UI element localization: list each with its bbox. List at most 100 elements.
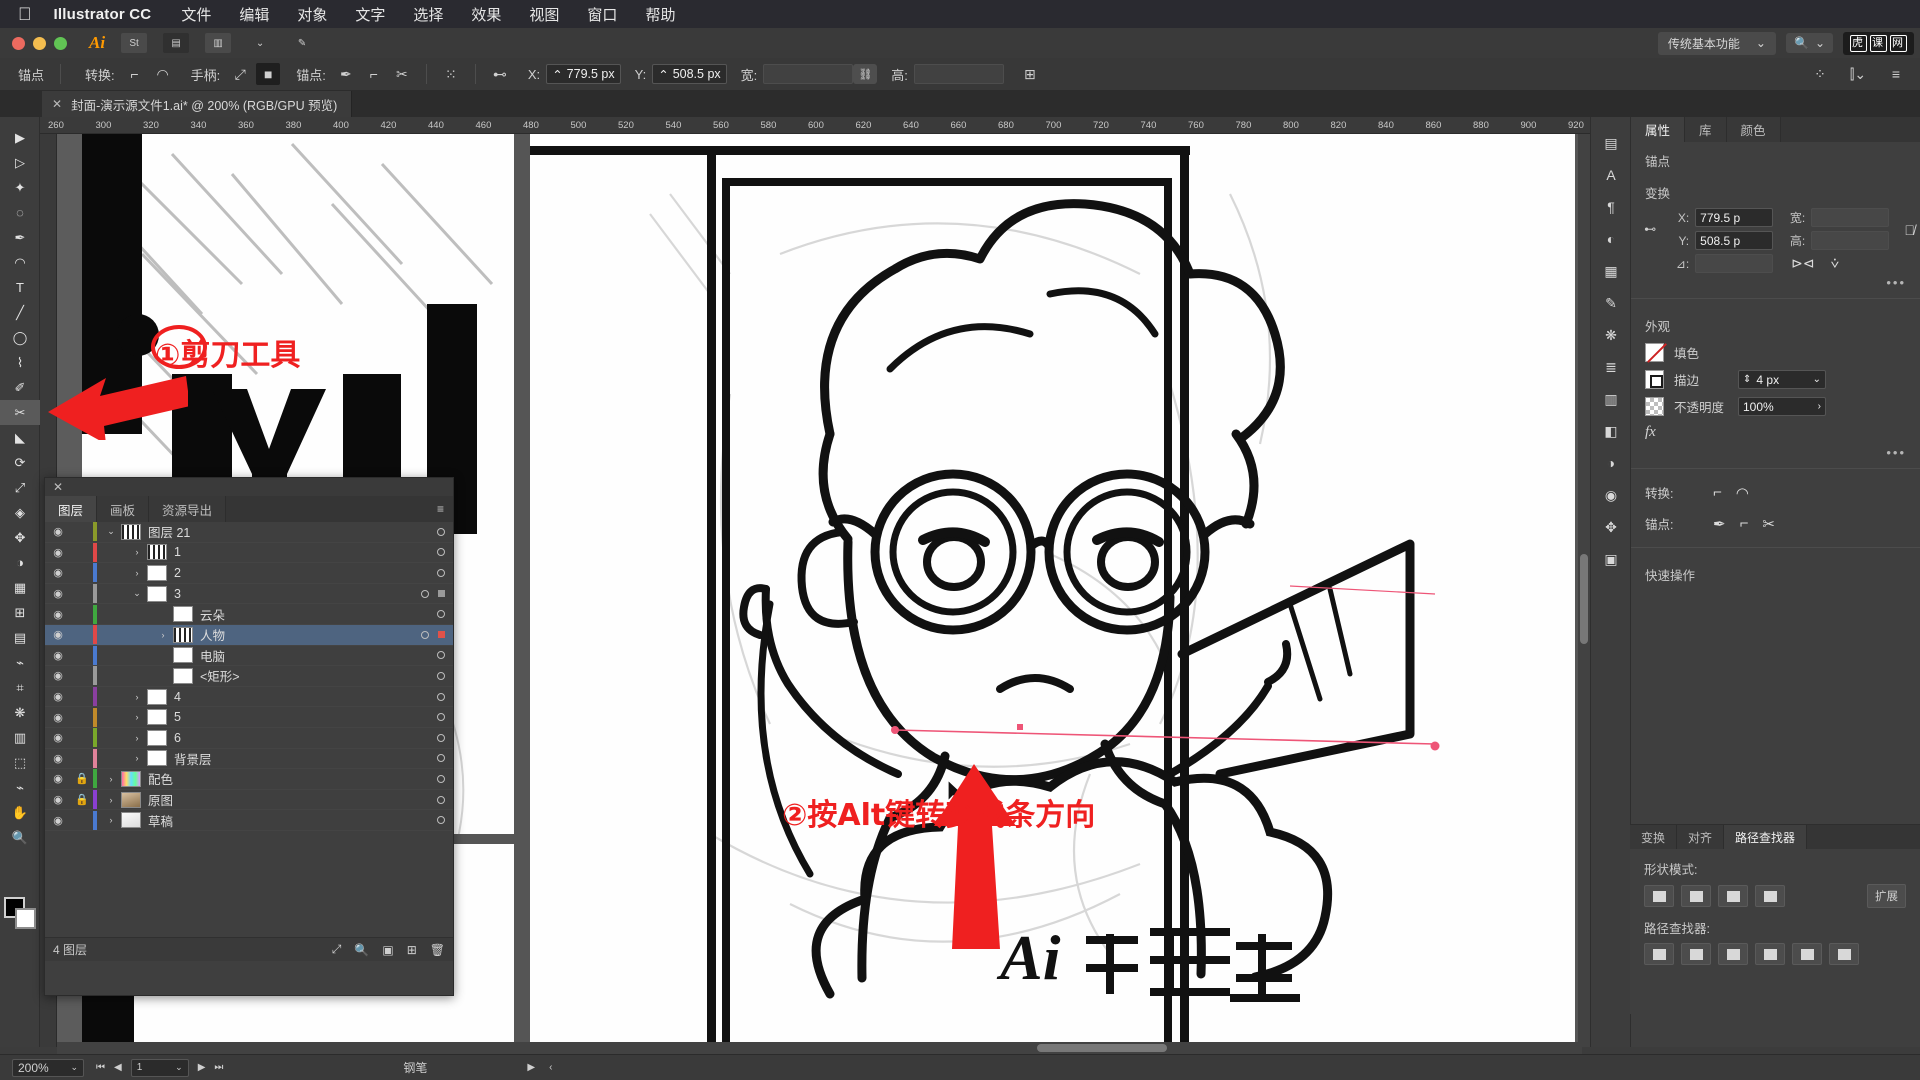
align-anchors-icon[interactable]: ⁙ [439, 63, 463, 85]
artboard-tool[interactable]: ⬚ [0, 750, 40, 775]
disclosure-triangle-icon[interactable]: › [127, 547, 147, 557]
convert-to-corner-icon[interactable]: ⌐ [123, 63, 147, 85]
disclosure-triangle-icon[interactable]: › [127, 753, 147, 763]
hand-tool[interactable]: ✋ [0, 800, 40, 825]
menu-file[interactable]: 文件 [181, 4, 211, 25]
fill-swatch-icon[interactable] [1645, 343, 1664, 362]
vertical-scrollbar-thumb[interactable] [1580, 554, 1588, 644]
align-panel-icon[interactable]: ⊞ [1018, 63, 1042, 85]
layer-name[interactable]: 云朵 [200, 605, 225, 624]
horizontal-scrollbar[interactable] [57, 1042, 1582, 1054]
symbols-dock-icon[interactable]: ❋ [1591, 319, 1631, 351]
status-expand-icon[interactable]: ▶ [527, 1062, 535, 1073]
character-dock-icon[interactable]: A [1591, 159, 1631, 191]
minus-front-icon[interactable] [1681, 885, 1711, 907]
eyedropper-tool[interactable]: ⌁ [0, 650, 40, 675]
expand-button[interactable]: 扩展 [1867, 884, 1906, 908]
layer-name[interactable]: 草稿 [148, 811, 173, 830]
eye-icon[interactable]: ◉ [45, 546, 71, 559]
brush-icon[interactable]: ✎ [289, 33, 315, 53]
perspective-grid-tool[interactable]: ▦ [0, 575, 40, 600]
vertical-scrollbar[interactable] [1578, 134, 1590, 1047]
ellipse-tool[interactable]: ◯ [0, 325, 40, 350]
lasso-tool[interactable]: ◌ [0, 200, 40, 225]
layer-name[interactable]: 5 [174, 710, 181, 724]
connect-anchor-icon[interactable]: ⌐ [362, 63, 386, 85]
angle-field[interactable] [1695, 254, 1774, 273]
eye-icon[interactable]: ◉ [45, 566, 71, 579]
target-circle-icon[interactable] [437, 548, 445, 557]
target-circle-icon[interactable] [437, 568, 445, 577]
exclude-icon[interactable] [1755, 885, 1785, 907]
fx-row[interactable]: fx [1631, 420, 1920, 445]
appearance-dock-icon[interactable]: ◉ [1591, 479, 1631, 511]
target-circle-icon[interactable] [437, 692, 445, 701]
type-tool[interactable]: T [0, 275, 40, 300]
height-field[interactable] [913, 64, 1004, 84]
selection-tool[interactable]: ▶ [0, 125, 40, 150]
eye-icon[interactable]: ◉ [45, 793, 71, 806]
maximize-window-button[interactable] [54, 36, 67, 50]
disclosure-triangle-icon[interactable]: › [101, 815, 121, 825]
target-circle-icon[interactable] [437, 651, 445, 660]
layers-panel-menu-icon[interactable]: ≡ [428, 496, 453, 522]
arrange-documents-icon[interactable]: ▤ [163, 33, 190, 53]
outline-icon[interactable] [1792, 943, 1822, 965]
preferences-icon[interactable]: ⌄ [247, 33, 273, 53]
eye-icon[interactable]: ◉ [45, 587, 71, 600]
flip-vertical-icon[interactable]: ⩒ [1831, 255, 1840, 272]
slice-tool[interactable]: ⌁ [0, 775, 40, 800]
target-circle-icon[interactable] [437, 774, 445, 783]
eye-icon[interactable]: ◉ [45, 752, 71, 765]
width-field[interactable] [1811, 208, 1890, 227]
layer-name[interactable]: 6 [174, 731, 181, 745]
line-segment-tool[interactable]: ╱ [0, 300, 40, 325]
layer-name[interactable]: 2 [174, 566, 181, 580]
brushes-dock-icon[interactable]: ✎ [1591, 287, 1631, 319]
tab-properties[interactable]: 属性 [1631, 117, 1686, 142]
layers-panel[interactable]: ✕ 图层 画板 资源导出 ≡ ◉ ⌄ 图层 21 ◉ › 1 ◉ › 2 ◉ ⌄ 3 ◉ 云朵 ◉ › 人物 ◉ 电… [44, 477, 454, 996]
libraries-dock-icon[interactable]: ▣ [1591, 543, 1631, 575]
menu-effect[interactable]: 效果 [471, 4, 501, 25]
delete-selection-icon[interactable]: 🗑 [430, 943, 445, 957]
shape-builder-tool[interactable]: ◑ [0, 550, 40, 575]
layer-name[interactable]: 配色 [148, 769, 173, 788]
paragraph-dock-icon[interactable]: ¶ [1591, 191, 1631, 223]
eye-icon[interactable]: ◉ [45, 628, 71, 641]
menu-select[interactable]: 选择 [413, 4, 443, 25]
layer-row[interactable]: ◉ › 1 [45, 542, 453, 564]
x-field[interactable]: ⌃ 779.5 px [546, 64, 621, 84]
document-tab[interactable]: ✕ 封面-演示源文件1.ai* @ 200% (RGB/GPU 预览) [42, 91, 353, 117]
width-tool[interactable]: ◈ [0, 500, 40, 525]
menu-window[interactable]: 窗口 [587, 4, 617, 25]
layers-dock-icon[interactable]: ≣ [1591, 351, 1631, 383]
stroke-row[interactable]: 描边 ⇕ 4 px ⌄ [1631, 366, 1920, 393]
tab-layers[interactable]: 图层 [45, 496, 98, 522]
layer-name[interactable]: 3 [174, 587, 181, 601]
tab-libraries[interactable]: 库 [1685, 117, 1727, 142]
flip-horizontal-icon[interactable]: ⊳⊲ [1791, 255, 1814, 272]
layer-name[interactable]: 图层 21 [148, 522, 190, 541]
x-field[interactable]: 779.5 p [1695, 208, 1774, 227]
layer-row[interactable]: ◉ › 4 [45, 687, 453, 708]
zoom-level-field[interactable]: 200% ⌄ [12, 1058, 84, 1077]
menu-view[interactable]: 视图 [529, 4, 559, 25]
eye-icon[interactable]: ◉ [45, 608, 71, 621]
target-circle-icon[interactable] [437, 754, 445, 763]
cut-path-icon[interactable]: ✂ [390, 63, 414, 85]
blend-tool[interactable]: ⌗ [0, 675, 40, 700]
make-clipping-mask-icon[interactable]: 🔍 [354, 943, 369, 957]
layer-row[interactable]: ◉ 电脑 [45, 645, 453, 667]
color-dock-icon[interactable]: ◐ [1591, 223, 1631, 255]
eraser-tool[interactable]: ◣ [0, 425, 40, 450]
direct-selection-tool[interactable]: ▷ [0, 150, 40, 175]
locate-object-icon[interactable]: ⤢ [332, 942, 342, 957]
menu-type[interactable]: 文字 [355, 4, 385, 25]
layer-row[interactable]: ◉ › 背景层 [45, 748, 453, 770]
target-circle-icon[interactable] [421, 630, 429, 639]
opacity-field[interactable]: 100% › [1738, 397, 1826, 416]
next-page-icon[interactable]: ▶ [198, 1062, 206, 1073]
close-document-icon[interactable]: ✕ [52, 97, 62, 111]
minimize-window-button[interactable] [33, 36, 46, 50]
layer-row[interactable]: ◉ › 6 [45, 728, 453, 749]
